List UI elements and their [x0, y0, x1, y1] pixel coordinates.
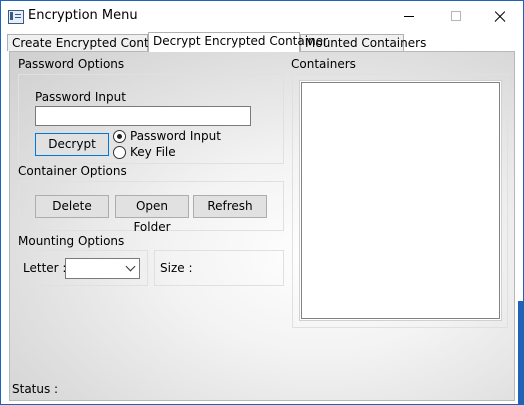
- mounting-options-label: Mounting Options: [18, 234, 125, 248]
- password-input-radio[interactable]: [113, 130, 126, 143]
- title-bar[interactable]: Encryption Menu: [1, 1, 523, 32]
- key-file-radio[interactable]: [113, 146, 126, 159]
- encryption-menu-window: Encryption Menu Create Encrypted Contain…: [0, 0, 524, 405]
- letter-dropdown[interactable]: [65, 258, 140, 279]
- decrypt-tab-panel: Password Options Password Input Decrypt …: [9, 51, 515, 401]
- tab-create-encrypted-container[interactable]: Create Encrypted Container: [7, 34, 179, 51]
- key-file-radio-label[interactable]: Key File: [130, 145, 176, 159]
- app-icon: [8, 10, 24, 24]
- password-input-radio-label[interactable]: Password Input: [130, 129, 221, 143]
- tab-strip: Create Encrypted Container Decrypt Encry…: [1, 32, 523, 52]
- delete-button[interactable]: Delete: [35, 195, 109, 218]
- chevron-down-icon: [125, 261, 136, 272]
- minimize-button[interactable]: [387, 1, 433, 32]
- maximize-button[interactable]: [433, 1, 479, 32]
- window-title: Encryption Menu: [28, 8, 138, 23]
- size-label: Size :: [160, 261, 193, 275]
- open-folder-button[interactable]: Open Folder: [115, 195, 189, 234]
- containers-list[interactable]: [301, 82, 500, 319]
- container-options-label: Container Options: [18, 164, 127, 178]
- close-button[interactable]: [477, 1, 523, 32]
- decrypt-button[interactable]: Decrypt: [35, 133, 109, 156]
- password-options-label: Password Options: [18, 57, 125, 71]
- refresh-button[interactable]: Refresh: [193, 195, 267, 218]
- password-input-field[interactable]: [35, 106, 251, 126]
- status-label: Status :: [12, 382, 59, 396]
- letter-label: Letter :: [23, 261, 67, 275]
- containers-label: Containers: [291, 57, 356, 71]
- window-edge-highlight: [518, 301, 523, 404]
- tab-decrypt-encrypted-container[interactable]: Decrypt Encrypted Container: [148, 32, 328, 52]
- password-input-label: Password Input: [35, 90, 126, 104]
